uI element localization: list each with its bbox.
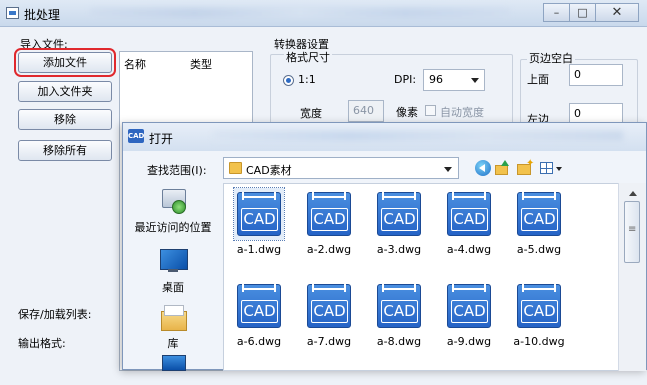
cad-file-icon: CAD: [517, 192, 561, 236]
place-desktop[interactable]: 桌面: [123, 249, 223, 295]
file-item[interactable]: CAD a-8.dwg: [368, 280, 430, 348]
file-item[interactable]: CAD a-2.dwg: [298, 188, 360, 256]
open-file-dialog: CAD 打开 查找范围(I): CAD素材 ✦ 最近访问的位置 桌面 库 CAD…: [122, 122, 647, 371]
width-input[interactable]: 640: [348, 100, 384, 122]
file-item[interactable]: CAD a-10.dwg: [508, 280, 570, 348]
place-library[interactable]: 库: [123, 305, 223, 351]
place-computer[interactable]: [123, 355, 223, 385]
file-view-scrollbar[interactable]: [618, 183, 646, 371]
look-in-value: CAD素材: [246, 164, 292, 177]
file-name: a-8.dwg: [376, 335, 422, 348]
chevron-down-icon: [471, 78, 479, 83]
cad-file-icon: CAD: [237, 284, 281, 328]
window-title: 批处理: [24, 8, 61, 22]
ratio-radio[interactable]: [283, 75, 294, 86]
scroll-thumb[interactable]: [624, 201, 640, 263]
file-name: a-9.dwg: [446, 335, 492, 348]
places-bar: 最近访问的位置 桌面 库: [123, 185, 223, 371]
column-name-header[interactable]: 名称: [124, 56, 146, 72]
file-name: a-5.dwg: [516, 243, 562, 256]
cad-file-icon: CAD: [307, 192, 351, 236]
cad-file-icon: CAD: [517, 284, 561, 328]
file-item[interactable]: CAD a-9.dwg: [438, 280, 500, 348]
file-view[interactable]: CAD a-1.dwg CAD a-2.dwg CAD a-3.dwg CAD …: [223, 183, 619, 371]
minimize-button[interactable]: –: [543, 3, 570, 22]
blurred-toolbar: [90, 8, 510, 18]
window-titlebar: 批处理 – □ ✕: [0, 0, 647, 27]
back-icon[interactable]: [475, 160, 491, 176]
place-label: 桌面: [162, 281, 184, 294]
auto-width-label: 自动宽度: [440, 106, 484, 119]
place-label: 库: [167, 337, 179, 350]
file-name: a-6.dwg: [236, 335, 282, 348]
import-files-label: 导入文件:: [20, 38, 68, 51]
size-group-title: 格式尺寸: [284, 49, 332, 65]
cad-file-icon: CAD: [447, 284, 491, 328]
scroll-up-icon[interactable]: [629, 191, 637, 196]
dpi-select[interactable]: 96: [423, 69, 485, 91]
file-item[interactable]: CAD a-3.dwg: [368, 188, 430, 256]
add-folder-button[interactable]: 加入文件夹: [18, 81, 112, 102]
blurred-titlebar: [213, 131, 623, 141]
cad-file-icon: CAD: [307, 284, 351, 328]
top-margin-label: 上面: [527, 73, 549, 86]
remove-all-button[interactable]: 移除所有: [18, 140, 112, 161]
cad-file-icon: CAD: [377, 284, 421, 328]
desktop-icon: [158, 249, 188, 275]
column-type-header[interactable]: 类型: [190, 56, 212, 72]
up-folder-icon[interactable]: [495, 160, 511, 176]
cad-app-icon: CAD: [128, 129, 144, 143]
close-button[interactable]: ✕: [595, 3, 639, 22]
top-margin-input[interactable]: 0: [569, 64, 623, 86]
file-item[interactable]: CAD a-6.dwg: [228, 280, 290, 348]
recent-places-icon: [158, 189, 188, 215]
save-load-list-label: 保存/加载列表:: [18, 308, 92, 321]
dialog-titlebar: CAD 打开: [123, 123, 646, 151]
dpi-label: DPI:: [394, 73, 417, 86]
place-recent[interactable]: 最近访问的位置: [123, 189, 223, 235]
new-folder-icon[interactable]: ✦: [517, 159, 534, 176]
width-label: 宽度: [300, 107, 322, 120]
file-item[interactable]: CAD a-7.dwg: [298, 280, 360, 348]
file-name: a-3.dwg: [376, 243, 422, 256]
output-format-label: 输出格式:: [18, 337, 66, 350]
file-item[interactable]: CAD a-1.dwg: [228, 187, 290, 256]
file-name: a-7.dwg: [306, 335, 352, 348]
pixel-label: 像素: [396, 106, 418, 119]
view-menu-icon[interactable]: [540, 160, 564, 176]
remove-button[interactable]: 移除: [18, 109, 112, 130]
dialog-title: 打开: [149, 132, 174, 146]
folder-icon: [229, 162, 242, 174]
dpi-value: 96: [429, 73, 443, 86]
look-in-label: 查找范围(I):: [147, 164, 207, 177]
auto-width-checkbox[interactable]: [425, 105, 436, 116]
file-name: a-10.dwg: [513, 335, 565, 348]
margins-title: 页边空白: [527, 50, 575, 66]
file-name: a-2.dwg: [306, 243, 352, 256]
window-controls: – □ ✕: [543, 3, 639, 22]
file-name: a-1.dwg: [236, 243, 282, 256]
app-icon: [6, 7, 19, 19]
chevron-down-icon: [444, 167, 452, 172]
computer-icon: [158, 355, 188, 381]
add-file-button[interactable]: 添加文件: [14, 48, 116, 77]
file-item[interactable]: CAD a-4.dwg: [438, 188, 500, 256]
cad-file-icon: CAD: [447, 192, 491, 236]
library-icon: [158, 305, 188, 331]
ratio-label: 1:1: [298, 73, 316, 86]
maximize-button[interactable]: □: [569, 3, 596, 22]
cad-file-icon: CAD: [377, 192, 421, 236]
place-label: 最近访问的位置: [134, 221, 212, 234]
file-item[interactable]: CAD a-5.dwg: [508, 188, 570, 256]
file-name: a-4.dwg: [446, 243, 492, 256]
cad-file-icon: CAD: [237, 192, 281, 236]
look-in-select[interactable]: CAD素材: [223, 157, 459, 179]
